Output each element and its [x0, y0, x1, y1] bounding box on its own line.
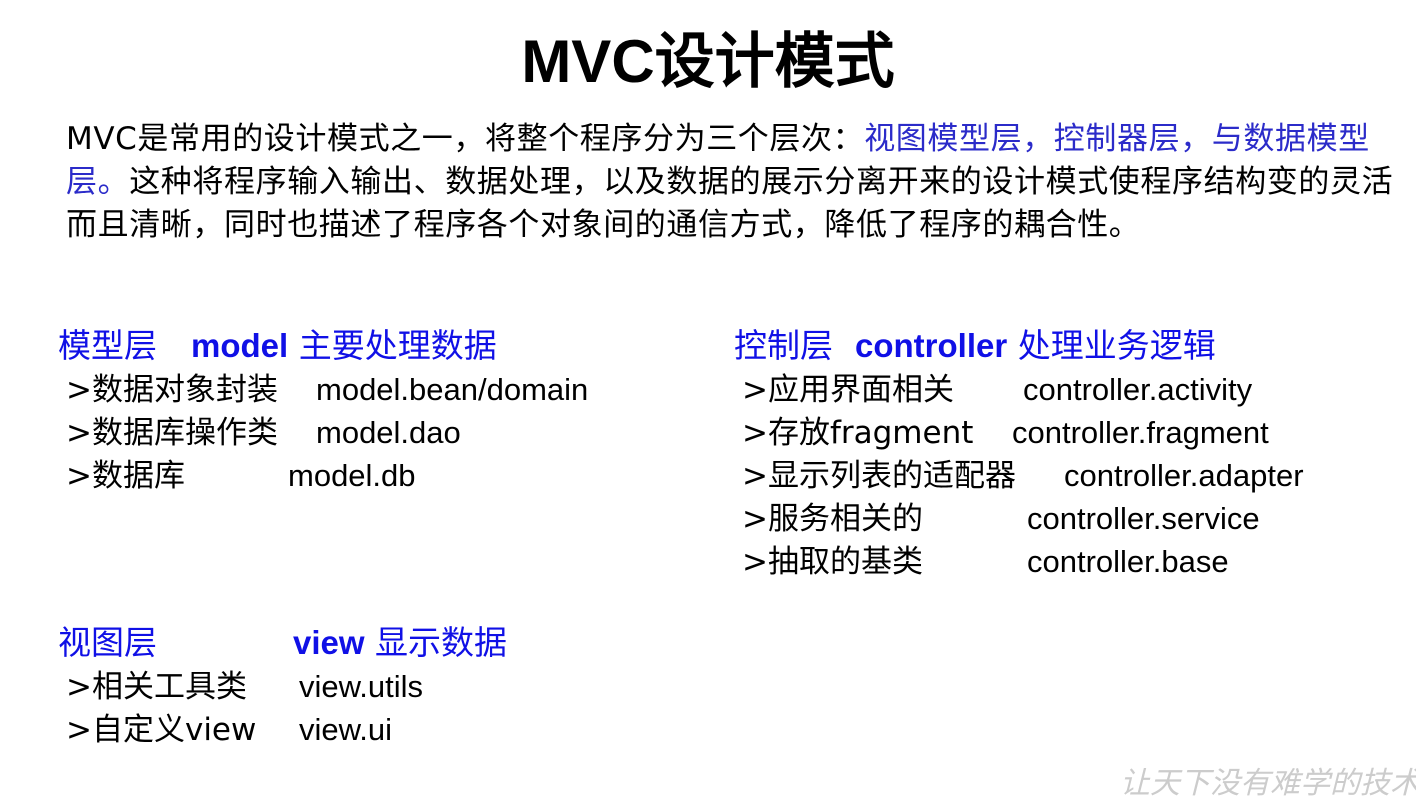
controller-item-label: >服务相关的 — [742, 501, 923, 537]
controller-item-package: controller.fragment — [1012, 415, 1269, 450]
controller-item-package: controller.adapter — [1064, 458, 1304, 493]
watermark: 让天下没有难学的技术 — [1120, 766, 1416, 801]
controller-item-package: controller.activity — [1023, 372, 1253, 407]
model-item-package: model.bean/domain — [316, 372, 589, 407]
model-heading-desc: 主要处理数据 — [298, 326, 497, 365]
model-item-label: >数据库 — [66, 458, 185, 494]
model-item-label: >数据对象封装 — [66, 372, 278, 408]
model-item-package: model.db — [288, 458, 416, 493]
controller-item-package: controller.base — [1027, 544, 1229, 579]
model-heading: 模型层 model 主要处理数据 — [58, 326, 497, 366]
view-heading-desc: 显示数据 — [375, 623, 508, 662]
controller-heading: 控制层 controller 处理业务逻辑 — [734, 326, 1216, 366]
controller-heading-code: controller — [855, 327, 1008, 364]
intro-text-part2: 这种将程序输入输出、数据处理，以及数据的展示分离开来的设计模式使程序结构变的灵活… — [66, 164, 1394, 243]
view-item-package: view.ui — [299, 712, 393, 747]
controller-heading-label: 控制层 — [734, 326, 833, 365]
view-item-label: >自定义view — [66, 712, 257, 748]
intro-text-part1: MVC是常用的设计模式之一，将整个程序分为三个层次： — [66, 121, 865, 157]
view-item-label: >相关工具类 — [66, 669, 247, 705]
model-item-package: model.dao — [316, 415, 461, 450]
controller-item-label: >应用界面相关 — [742, 372, 954, 408]
controller-item-label: >存放fragment — [742, 415, 974, 451]
view-heading-label: 视图层 — [58, 623, 157, 662]
intro-paragraph: MVC是常用的设计模式之一，将整个程序分为三个层次：视图模型层，控制器层，与数据… — [66, 118, 1411, 247]
model-heading-label: 模型层 — [58, 326, 157, 365]
controller-item-label: >显示列表的适配器 — [742, 458, 1016, 494]
model-heading-code: model — [191, 327, 289, 364]
view-item-package: view.utils — [299, 669, 424, 704]
controller-heading-desc: 处理业务逻辑 — [1017, 326, 1216, 365]
view-heading-code: view — [293, 624, 365, 661]
model-item-label: >数据库操作类 — [66, 415, 278, 451]
controller-item-label: >抽取的基类 — [742, 544, 923, 580]
view-heading: 视图层 view 显示数据 — [58, 623, 507, 663]
page-title: MVC设计模式 — [521, 28, 895, 95]
controller-item-package: controller.service — [1027, 501, 1260, 536]
